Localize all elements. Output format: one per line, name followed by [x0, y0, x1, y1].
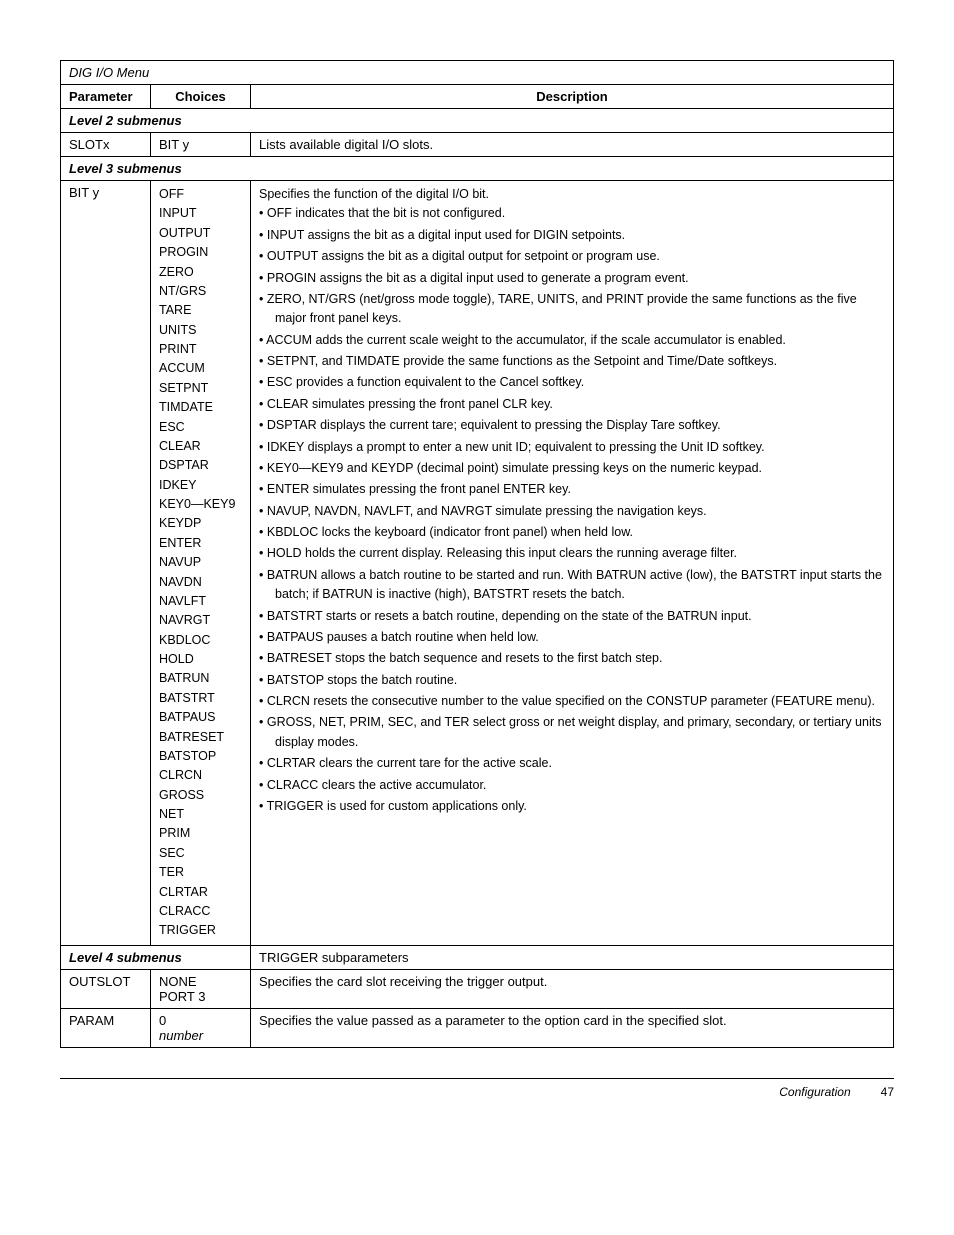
list-item: ACCUM adds the current scale weight to t… — [259, 331, 885, 350]
list-item: ESC provides a function equivalent to th… — [259, 373, 885, 392]
list-item: IDKEY displays a prompt to enter a new u… — [259, 438, 885, 457]
outslot-choices: NONEPORT 3 — [151, 969, 251, 1008]
list-item: NAVUP, NAVDN, NAVLFT, and NAVRGT simulat… — [259, 502, 885, 521]
param-choices-italic: number — [159, 1028, 203, 1043]
list-item: BATPAUS pauses a batch routine when held… — [259, 628, 885, 647]
list-item: BATSTOP stops the batch routine. — [259, 671, 885, 690]
level2-choices: BIT y — [151, 133, 251, 157]
footer-section: Configuration — [779, 1085, 850, 1099]
list-item: KEY0—KEY9 and KEYDP (decimal point) simu… — [259, 459, 885, 478]
list-item: CLRTAR clears the current tare for the a… — [259, 754, 885, 773]
table-title: DIG I/O Menu — [61, 61, 894, 85]
level4-header-desc: TRIGGER subparameters — [251, 945, 894, 969]
level3-header: Level 3 submenus — [61, 157, 894, 181]
list-item: TRIGGER is used for custom applications … — [259, 797, 885, 816]
footer-page: 47 — [881, 1085, 894, 1099]
param-param: PARAM — [61, 1008, 151, 1047]
list-item: ENTER simulates pressing the front panel… — [259, 480, 885, 499]
list-item: CLEAR simulates pressing the front panel… — [259, 395, 885, 414]
level3-desc-intro: Specifies the function of the digital I/… — [259, 187, 489, 201]
header-parameter: Parameter — [61, 85, 151, 109]
footer: Configuration 47 — [60, 1078, 894, 1099]
list-item: DSPTAR displays the current tare; equiva… — [259, 416, 885, 435]
header-description: Description — [251, 85, 894, 109]
list-item: BATRUN allows a batch routine to be star… — [259, 566, 885, 605]
level3-bullet-list: OFF indicates that the bit is not config… — [259, 204, 885, 816]
level3-description: Specifies the function of the digital I/… — [251, 181, 894, 946]
level2-header: Level 2 submenus — [61, 109, 894, 133]
list-item: PROGIN assigns the bit as a digital inpu… — [259, 269, 885, 288]
list-item: HOLD holds the current display. Releasin… — [259, 544, 885, 563]
list-item: BATRESET stops the batch sequence and re… — [259, 649, 885, 668]
list-item: BATSTRT starts or resets a batch routine… — [259, 607, 885, 626]
level3-param: BIT y — [61, 181, 151, 946]
outslot-description: Specifies the card slot receiving the tr… — [251, 969, 894, 1008]
level2-description: Lists available digital I/O slots. — [251, 133, 894, 157]
list-item: INPUT assigns the bit as a digital input… — [259, 226, 885, 245]
level2-param: SLOTx — [61, 133, 151, 157]
list-item: OFF indicates that the bit is not config… — [259, 204, 885, 223]
list-item: OUTPUT assigns the bit as a digital outp… — [259, 247, 885, 266]
list-item: KBDLOC locks the keyboard (indicator fro… — [259, 523, 885, 542]
list-item: CLRACC clears the active accumulator. — [259, 776, 885, 795]
param-description: Specifies the value passed as a paramete… — [251, 1008, 894, 1047]
list-item: ZERO, NT/GRS (net/gross mode toggle), TA… — [259, 290, 885, 329]
main-table: DIG I/O Menu Parameter Choices Descripti… — [60, 60, 894, 1048]
level4-header: Level 4 submenus — [61, 945, 251, 969]
list-item: GROSS, NET, PRIM, SEC, and TER select gr… — [259, 713, 885, 752]
list-item: SETPNT, and TIMDATE provide the same fun… — [259, 352, 885, 371]
param-choices: 0number — [151, 1008, 251, 1047]
outslot-param: OUTSLOT — [61, 969, 151, 1008]
page-container: DIG I/O Menu Parameter Choices Descripti… — [60, 60, 894, 1099]
level3-choices: OFFINPUTOUTPUTPROGINZERONT/GRSTAREUNITSP… — [151, 181, 251, 946]
header-choices: Choices — [151, 85, 251, 109]
list-item: CLRCN resets the consecutive number to t… — [259, 692, 885, 711]
